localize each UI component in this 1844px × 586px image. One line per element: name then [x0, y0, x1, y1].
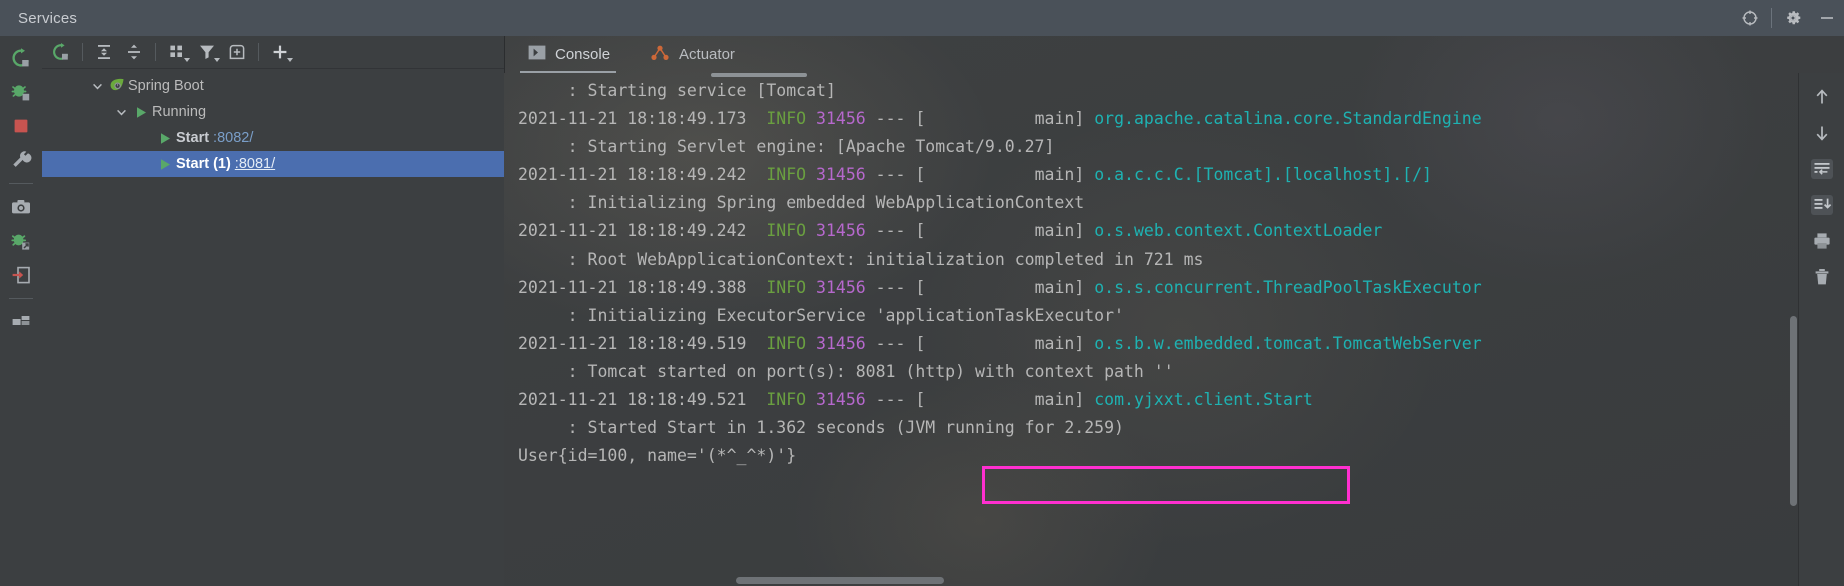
service-port-link[interactable]: :8081/: [235, 156, 275, 172]
chevron-down-icon: [184, 58, 190, 62]
page-title: Services: [18, 9, 78, 27]
services-tree-panel: Spring Boot Running Start :8082/ Start (…: [42, 36, 504, 586]
print-icon[interactable]: [1802, 223, 1842, 259]
tree-node-label: Start: [176, 130, 210, 146]
rerun-icon[interactable]: [0, 41, 42, 75]
toolbar-divider-3: [258, 43, 259, 61]
services-tree: Spring Boot Running Start :8082/ Start (…: [42, 69, 504, 177]
stop-icon[interactable]: [0, 109, 42, 143]
tree-node-label: Running: [152, 104, 207, 120]
target-icon[interactable]: [1733, 0, 1767, 36]
sidebar-divider: [9, 183, 33, 184]
console-vertical-scrollbar[interactable]: [1790, 316, 1797, 506]
soft-wrap-icon[interactable]: [1802, 151, 1842, 187]
run-play-icon: [154, 125, 176, 151]
console-horizontal-scrollbar[interactable]: [736, 577, 944, 584]
scroll-down-icon[interactable]: [1802, 115, 1842, 151]
title-bar-actions: [1733, 0, 1844, 36]
collapse-all-icon[interactable]: [119, 37, 149, 67]
tab-label: Actuator: [679, 46, 735, 63]
wrench-icon[interactable]: [0, 143, 42, 177]
console-pane: Console Actuator : Starting service [Tom…: [504, 36, 1844, 586]
bug-export-icon[interactable]: [0, 224, 42, 258]
chevron-down-icon: [214, 58, 220, 62]
toolbar-divider-2: [155, 43, 156, 61]
tree-node-start[interactable]: Start :8082/: [42, 125, 504, 151]
tab-label: Console: [555, 46, 611, 63]
tree-node-start-1[interactable]: Start (1) :8081/: [42, 151, 504, 177]
tree-node-spring-boot[interactable]: Spring Boot: [42, 73, 504, 99]
chevron-down-icon[interactable]: [88, 73, 106, 99]
sidebar-divider-2: [9, 298, 33, 299]
layout-icon[interactable]: [0, 305, 42, 339]
expand-all-icon[interactable]: [89, 37, 119, 67]
scroll-to-end-icon[interactable]: [1802, 187, 1842, 223]
camera-icon[interactable]: [0, 190, 42, 224]
gear-icon[interactable]: [1776, 0, 1810, 36]
debug-icon[interactable]: [0, 75, 42, 109]
tab-actuator[interactable]: Actuator: [634, 36, 749, 73]
tree-toolbar: [42, 36, 504, 69]
thread-dump-icon[interactable]: [0, 258, 42, 292]
title-bar-divider: [1771, 8, 1772, 28]
console-output[interactable]: : Starting service [Tomcat] 2021-11-21 1…: [504, 73, 1798, 586]
group-by-icon[interactable]: [162, 37, 192, 67]
tab-strip: Console Actuator: [504, 36, 1844, 73]
tree-node-label: Start (1): [176, 156, 231, 172]
service-port-link[interactable]: :8082/: [213, 130, 253, 146]
run-actions-sidebar: [0, 36, 42, 586]
services-tool-window: Services Spring Boot Running Start:8082…: [0, 0, 1844, 586]
chevron-down-icon: [287, 58, 293, 62]
console-log-text: : Starting service [Tomcat] 2021-11-21 1…: [518, 81, 1482, 466]
trash-icon[interactable]: [1802, 259, 1842, 295]
filter-icon[interactable]: [192, 37, 222, 67]
run-play-icon: [130, 99, 152, 125]
title-bar: Services: [0, 0, 1844, 36]
minimize-icon[interactable]: [1810, 0, 1844, 36]
tree-node-label: Spring Boot: [128, 78, 204, 94]
spring-boot-leaf-icon: [106, 73, 128, 99]
chevron-down-icon[interactable]: [112, 99, 130, 125]
run-play-icon: [154, 151, 176, 177]
rerun-service-icon[interactable]: [46, 37, 76, 67]
tree-node-running[interactable]: Running: [42, 99, 504, 125]
console-actions-toolbar: [1798, 73, 1844, 586]
scroll-up-icon[interactable]: [1802, 79, 1842, 115]
actuator-graph-icon: [650, 45, 670, 65]
toolbar-divider-1: [82, 43, 83, 61]
tab-console[interactable]: Console: [512, 36, 624, 73]
console-icon: [528, 45, 546, 64]
add-tab-icon[interactable]: [222, 37, 252, 67]
add-service-icon[interactable]: [265, 37, 295, 67]
